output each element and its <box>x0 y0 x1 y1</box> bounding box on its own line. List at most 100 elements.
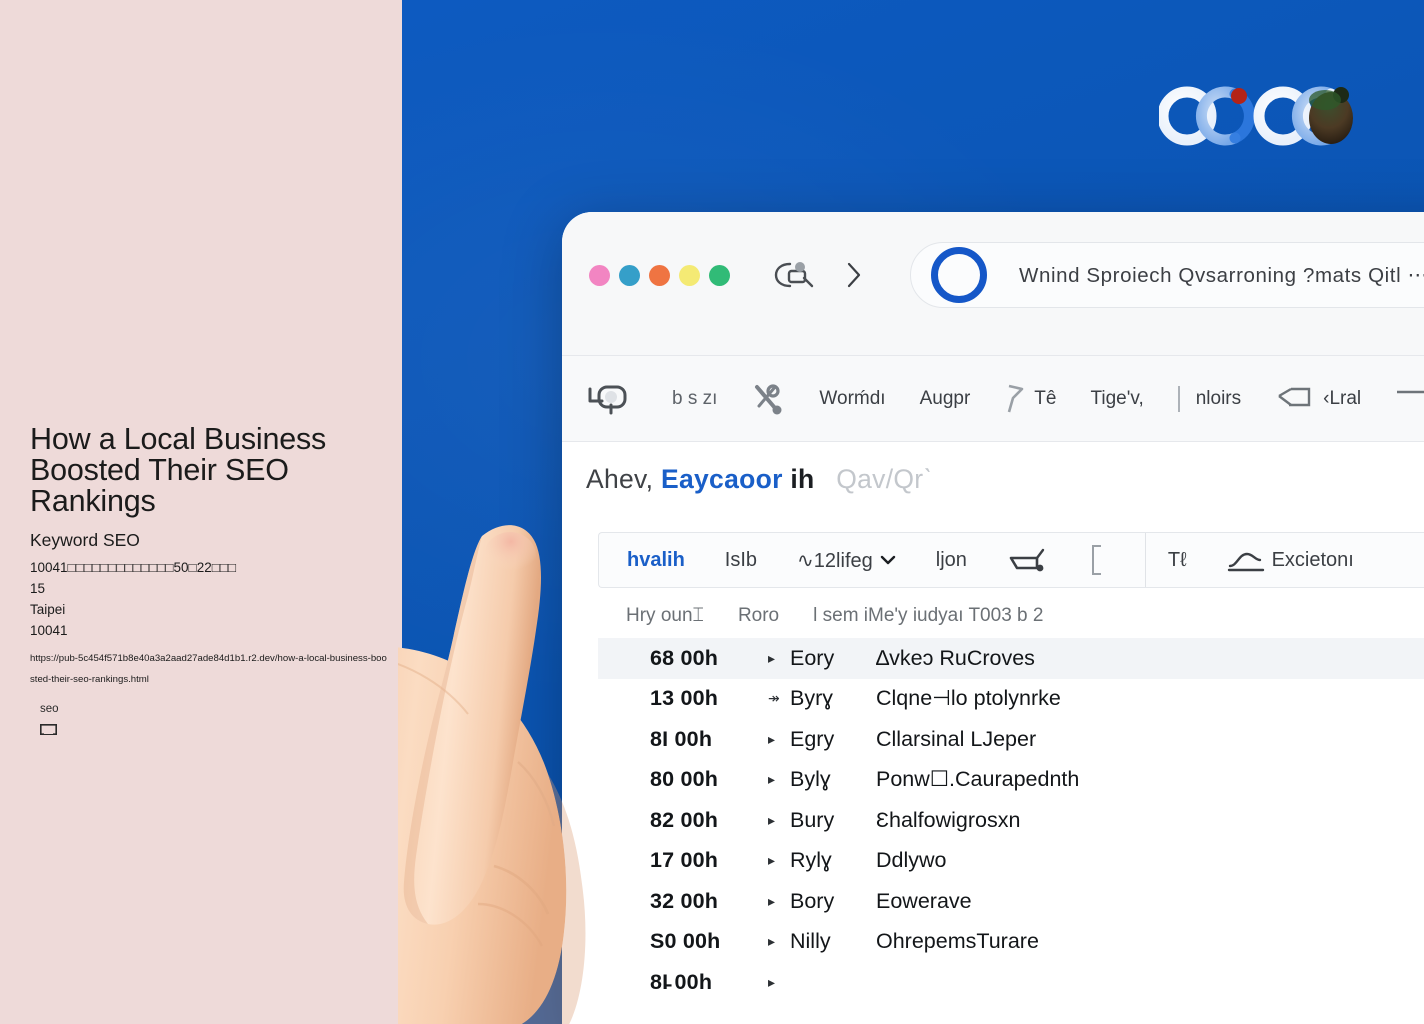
toolbar-item-te-label: Tê <box>1034 387 1057 409</box>
row-desc: Ɛhalfowigrosxn <box>876 807 1021 832</box>
toolbar-item-grid[interactable] <box>584 379 638 419</box>
col-header-roro[interactable]: Roro <box>738 605 779 627</box>
page-title: How a Local Business Boosted Their SEO R… <box>30 422 327 518</box>
table-row[interactable]: 68 00һ ▸ Eory ∆vkeɔ RuCroves <box>598 638 1424 679</box>
filter-item-ijon-label: ljon <box>935 548 967 571</box>
row-caret: ▸ <box>768 892 776 909</box>
screenshot-root: How a Local Business Boosted Their SEO R… <box>0 0 1424 1024</box>
row-tag: Eory <box>790 645 835 670</box>
row-caret: ▸ <box>768 649 776 666</box>
table-row[interactable]: 17 00һ ▸ Rylɣ Ddlywo <box>598 841 1424 882</box>
result-list: 68 00һ ▸ Eory ∆vkeɔ RuCroves 13 00һ ↠ By… <box>598 638 1424 1024</box>
row-desc: Ddlywo <box>876 848 947 873</box>
column-header-row: Hry oun⌶ Roro l sem iMe'y iudyaı T003 b … <box>598 594 1424 639</box>
table-row[interactable]: 8I 00һ ▸ Egry Cllarsinal LJeper <box>598 719 1424 760</box>
right-visual-panel: Wnind Sproiech Qvsarroning ?mats Qitl ⋯ … <box>402 0 1424 1024</box>
scissors-icon <box>755 383 782 414</box>
article-url[interactable]: https://pub-5c454f571b8e40a3a2aad27ade84… <box>30 648 388 690</box>
row-caret: ▸ <box>768 933 776 950</box>
row-value: 8I̵ 00һ <box>650 969 713 994</box>
toolbar-item-scissor[interactable] <box>751 382 785 416</box>
ramp-icon <box>1227 552 1264 572</box>
row-value: 80 00һ <box>650 767 719 792</box>
tag-label[interactable]: seo <box>40 700 59 718</box>
row-tag: Bury <box>790 807 835 832</box>
window-dot-blue[interactable] <box>619 265 640 286</box>
left-info-panel: How a Local Business Boosted Their SEO R… <box>0 0 402 1024</box>
search-ring-icon <box>931 247 987 303</box>
col-header-long[interactable]: l sem iMe'y iudyaı T003 b 2 <box>813 605 1043 627</box>
filter-item-12lifeg[interactable]: ∿12lifeg <box>797 548 896 573</box>
filter-item-cart[interactable] <box>1007 544 1049 576</box>
panel-icon <box>1397 390 1424 393</box>
address-bar[interactable]: Wnind Sproiech Qvsarroning ?mats Qitl ⋯ <box>910 242 1424 308</box>
toolbar-item-augpr-label: Augpr <box>919 387 971 409</box>
filter-item-hvalih-label: hvalih <box>627 548 685 571</box>
toolbar-item-wormdi-label: Worḿdı <box>819 387 886 409</box>
table-row[interactable]: 32 00һ ▸ Bory Eowerave <box>598 881 1424 922</box>
toolbar-item-nloirs[interactable]: nloirs <box>1196 388 1241 410</box>
filter-item-istb[interactable]: IsІb <box>725 549 757 572</box>
meta-line-2: 15 <box>30 581 46 596</box>
filter-item-bracket[interactable] <box>1089 543 1105 577</box>
filter-item-istb-label: IsІb <box>724 548 758 571</box>
bracket-icon <box>1278 387 1311 406</box>
row-tag: Bylɣ <box>790 767 831 792</box>
toolbar-item-tigev-label: Tige'v, <box>1090 387 1144 409</box>
content-heading: Ahev, Eaycaoor ih Qav/Qrˋ <box>562 442 1424 495</box>
navigation-icons <box>774 260 864 290</box>
browser-chrome: Wnind Sproiech Qvsarroning ?mats Qitl ⋯ <box>562 212 1424 356</box>
filter-item-hvalih[interactable]: hvalih <box>627 549 685 572</box>
table-row[interactable]: S0 00һ ▸ Nilly OhrepemsTurare <box>598 922 1424 963</box>
toolbar-item-bszi[interactable]: b s zı <box>672 388 717 410</box>
table-row[interactable]: 13 00һ ↠ Byrɣ Clqne⊣lo ptolynrke <box>598 679 1424 720</box>
article-block: How a Local Business Boosted Their SEO R… <box>30 424 390 690</box>
filter-item-excieton[interactable]: Excietonı <box>1227 546 1354 574</box>
filter-item-12lifeg-label: ∿12lifeg <box>797 549 873 572</box>
toolbar-item-klral[interactable]: ‹Lral <box>1275 382 1361 416</box>
row-desc: ∆vkeɔ RuCroves <box>876 645 1035 670</box>
window-dot-green[interactable] <box>709 265 730 286</box>
toolbar-item-tigev[interactable]: Tige'v, <box>1090 388 1143 410</box>
row-value: 32 00һ <box>650 888 719 913</box>
toolbar-item-augpr[interactable]: Augpr <box>920 388 971 410</box>
row-tag: Nilly <box>790 929 831 954</box>
table-row[interactable]: 8I̵ 00һ ▸ <box>598 962 1424 1003</box>
row-value: 82 00һ <box>650 807 719 832</box>
row-value: S0 00һ <box>650 929 721 954</box>
window-controls[interactable] <box>589 265 730 286</box>
row-desc: Ponw☐.Caurapednth <box>876 767 1080 792</box>
back-bubble-icon[interactable] <box>774 260 816 290</box>
window-dot-yellow[interactable] <box>679 265 700 286</box>
toolbar-item-te[interactable]: Tê <box>1004 382 1056 416</box>
col-header-hry-oun[interactable]: Hry oun⌶ <box>626 605 704 627</box>
table-row[interactable]: 80 00һ ▸ Bylɣ Ponw☐.Caurapednth <box>598 760 1424 801</box>
row-value: 68 00һ <box>650 645 719 670</box>
row-caret: ▸ <box>768 852 776 869</box>
filter-item-tk[interactable]: Tℓ <box>1168 549 1187 572</box>
table-row[interactable]: 82 00һ ▸ Bury Ɛhalfowigrosxn <box>598 800 1424 841</box>
heading-emphasis-tail: ih <box>790 464 815 494</box>
flag-icon <box>1008 384 1024 412</box>
filter-item-tk-label: Tℓ <box>1167 548 1187 571</box>
row-tag: Byrɣ <box>790 686 834 711</box>
window-dot-orange[interactable] <box>649 265 670 286</box>
meta-line-4: 10041 <box>30 623 68 638</box>
row-caret: ↠ <box>768 690 780 707</box>
chevron-right-icon[interactable] <box>844 260 864 290</box>
row-caret: ▸ <box>768 973 776 990</box>
toolbar-item-wormdi[interactable]: Worḿdı <box>819 388 885 410</box>
row-tag: Egry <box>790 726 835 751</box>
bracket-thin-icon <box>1091 545 1101 575</box>
row-value: 13 00һ <box>650 686 719 711</box>
browser-toolbar: b s zı Worḿdı Augpr Tê Tige'v, nloirs ‹… <box>562 356 1424 442</box>
browser-content: Ahev, Eaycaoor ih Qav/Qrˋ hvalih IsІb ∿1… <box>562 442 1424 1024</box>
browser-window-mockup: Wnind Sproiech Qvsarroning ?mats Qitl ⋯ … <box>562 212 1424 1024</box>
toolbar-item-trailing[interactable] <box>1395 382 1424 416</box>
card-icon <box>40 724 57 735</box>
heading-faint: Qav/Qrˋ <box>836 464 933 494</box>
window-dot-pink[interactable] <box>589 265 610 286</box>
filter-item-ijon[interactable]: ljon <box>936 549 967 572</box>
distorted-brand-logo <box>1159 86 1353 146</box>
heading-prefix: Ahev, <box>586 464 654 494</box>
